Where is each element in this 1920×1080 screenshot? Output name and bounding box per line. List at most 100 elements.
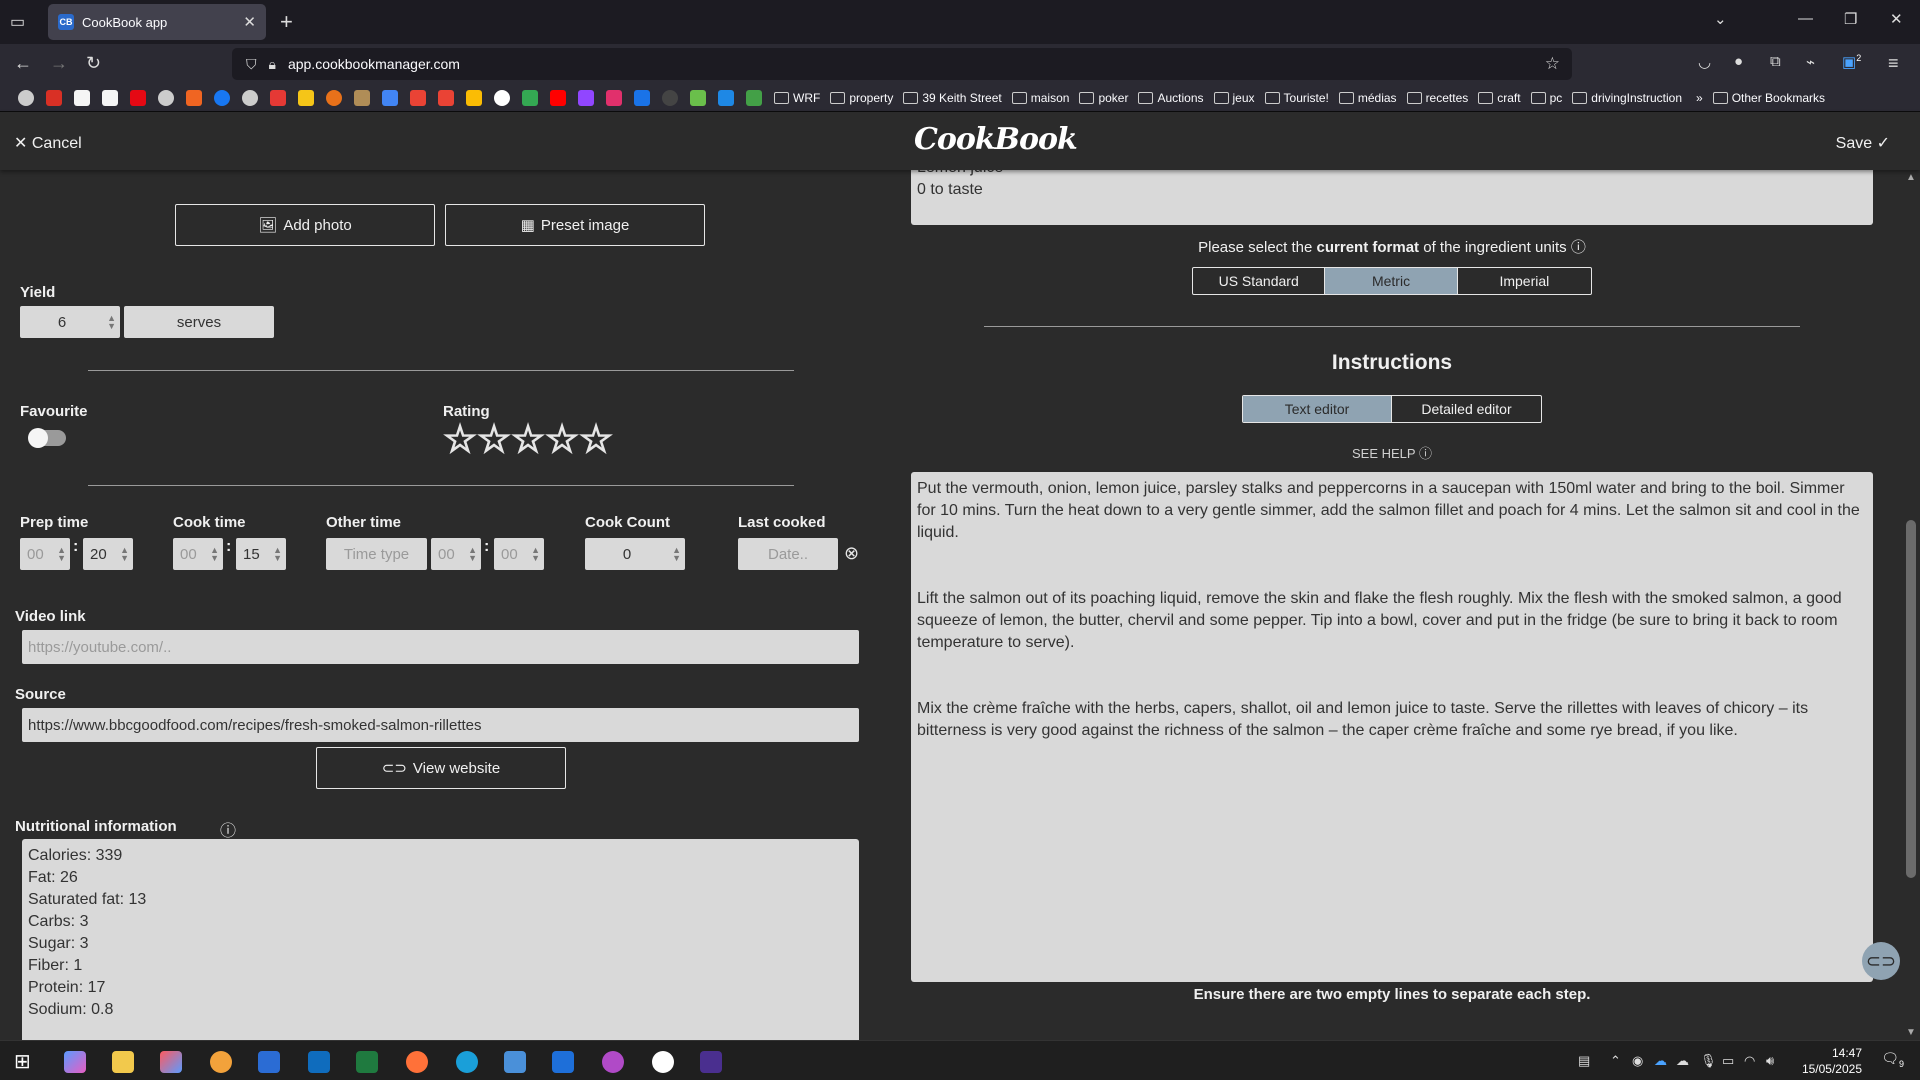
info-icon[interactable]: ⓘ [220,817,236,841]
store-icon[interactable] [552,1051,574,1073]
wifi-icon[interactable]: ◠ [1744,1053,1755,1069]
scroll-down-icon[interactable]: ▼ [1906,1027,1916,1038]
address-bar[interactable]: ⛉ 🔒︎ app.cookbookmanager.com ☆ [232,48,1572,80]
bookmark-folder[interactable]: Touriste! [1265,91,1329,105]
bookmark-folder[interactable]: jeux [1214,91,1255,105]
unit-option-metric[interactable]: Metric [1325,268,1458,294]
google-icon[interactable] [494,89,510,106]
gmail-icon[interactable] [410,89,426,106]
reload-icon[interactable]: ↻ [86,53,101,74]
file-explorer-icon[interactable] [112,1051,134,1073]
scrollbar-thumb[interactable] [1906,520,1916,878]
copy-icon[interactable] [746,89,762,106]
android-icon[interactable] [690,89,706,106]
browser-tab[interactable]: CB CookBook app ✕ [48,4,266,40]
imdb-icon[interactable] [298,89,314,106]
rating-star-5[interactable]: ☆ [578,420,614,460]
view-website-button[interactable]: ⊂⊃ View website [316,747,566,789]
bookmark-folder[interactable]: 39 Keith Street [903,91,1001,105]
extension-badge-icon[interactable]: ▣2 [1842,53,1861,71]
cook-hours-input[interactable]: 00 ▲ ▼ [173,538,223,570]
window-close-icon[interactable]: ✕ [1890,10,1903,28]
power-icon[interactable] [662,89,678,106]
bookmark-folder[interactable]: Auctions [1138,91,1203,105]
bookmark-folder[interactable]: pc [1531,91,1563,105]
tab-detailed-editor[interactable]: Detailed editor [1392,396,1541,422]
bookmark-star-icon[interactable]: ☆ [1545,54,1560,74]
calendar-icon[interactable] [382,89,398,106]
globe-icon[interactable] [158,89,174,106]
drive-icon[interactable] [522,89,538,106]
instagram-icon[interactable] [606,89,622,106]
firefox-icon[interactable] [406,1051,428,1073]
calculator-icon[interactable] [504,1051,526,1073]
amazon-alt-icon[interactable] [102,89,118,106]
bookmark-folder[interactable]: craft [1478,91,1520,105]
onedrive-icon[interactable]: ☁ [1654,1053,1667,1069]
forward-icon[interactable]: → [50,53,68,74]
lock-icon[interactable]: 🔒︎ [269,56,276,73]
yield-input[interactable]: 6 ▲ ▼ [20,306,120,338]
clear-date-icon[interactable]: ⊗ [844,543,859,564]
list-all-tabs-icon[interactable]: ⌄ [1714,10,1727,28]
bookmark-icon[interactable] [354,89,370,106]
stepper-icon[interactable]: ▲ ▼ [210,546,219,563]
tab-list-icon[interactable]: ▭ [10,12,30,32]
chatgpt-icon[interactable] [652,1051,674,1073]
other-minutes-input[interactable]: 00 ▲ ▼ [494,538,544,570]
rating-star-4[interactable]: ☆ [544,420,580,460]
w-icon[interactable] [186,89,202,106]
gmail-alt-icon[interactable] [438,89,454,106]
rating-star-1[interactable]: ☆ [442,420,478,460]
cook-minutes-input[interactable]: 15 ▲ ▼ [236,538,286,570]
bookmark-folder[interactable]: poker [1079,91,1128,105]
save-button[interactable]: Save ✓ [1836,133,1890,153]
info-icon[interactable]: ⓘ [1571,239,1586,256]
snowflake-icon[interactable] [634,89,650,106]
copilot-icon[interactable] [64,1051,86,1073]
stepper-icon[interactable]: ▲ ▼ [107,314,116,331]
other-time-type-input[interactable]: Time type [326,538,427,570]
acrobat-icon[interactable] [46,89,62,106]
chevron-up-icon[interactable]: ⌃ [1610,1053,1621,1069]
bookmark-folder[interactable]: médias [1339,91,1397,105]
menu-icon[interactable]: ≡ [1888,53,1899,74]
stepper-icon[interactable]: ▲ ▼ [468,546,477,563]
account-icon[interactable]: ● [1734,53,1743,70]
stepper-icon[interactable]: ▲ ▼ [120,546,129,563]
bookmark-folder[interactable]: drivingInstruction [1572,91,1682,105]
ingredients-textarea[interactable]: Lemon juice 0 to taste [911,170,1873,225]
unit-option-us-standard[interactable]: US Standard [1193,268,1326,294]
bookmark-folder[interactable]: recettes [1407,91,1469,105]
see-help-link[interactable]: SEE HELP ⓘ [911,443,1873,462]
stepper-icon[interactable]: ▲ ▼ [531,546,540,563]
unit-option-imperial[interactable]: Imperial [1458,268,1591,294]
quicktime-icon[interactable] [700,1051,722,1073]
netflix-icon[interactable] [130,89,146,106]
page-scrollbar[interactable]: ▲ ▼ [1902,170,1920,1040]
close-tab-icon[interactable]: ✕ [243,13,256,31]
bookmark-folder[interactable]: WRF [774,91,820,105]
other-hours-input[interactable]: 00 ▲ ▼ [431,538,481,570]
feed-icon[interactable]: ⌁ [1806,53,1815,71]
extensions-icon[interactable]: ⧉ [1770,53,1781,70]
c-icon[interactable] [270,89,286,106]
pocket-icon[interactable]: ◡ [1698,53,1711,71]
globe-icon[interactable] [18,89,34,106]
excel-icon[interactable] [356,1051,378,1073]
bookmark-folder[interactable]: maison [1012,91,1070,105]
new-tab-icon[interactable]: + [280,9,293,35]
minimize-icon[interactable]: — [1798,10,1813,27]
shield-icon[interactable]: ⛉ [246,56,257,73]
battery-icon[interactable]: ▭ [1722,1053,1734,1069]
video-link-input[interactable]: https://youtube.com/.. [22,630,859,664]
calculator-icon[interactable] [718,89,734,106]
browser-app-icon[interactable] [210,1051,232,1073]
youtube-icon[interactable] [550,89,566,106]
cloud-icon[interactable]: ☁ [1676,1053,1689,1069]
word-icon[interactable] [258,1051,280,1073]
outlook-icon[interactable] [308,1051,330,1073]
stepper-icon[interactable]: ▲ ▼ [672,546,681,563]
twitch-icon[interactable] [578,89,594,106]
facebook-icon[interactable] [214,89,230,106]
